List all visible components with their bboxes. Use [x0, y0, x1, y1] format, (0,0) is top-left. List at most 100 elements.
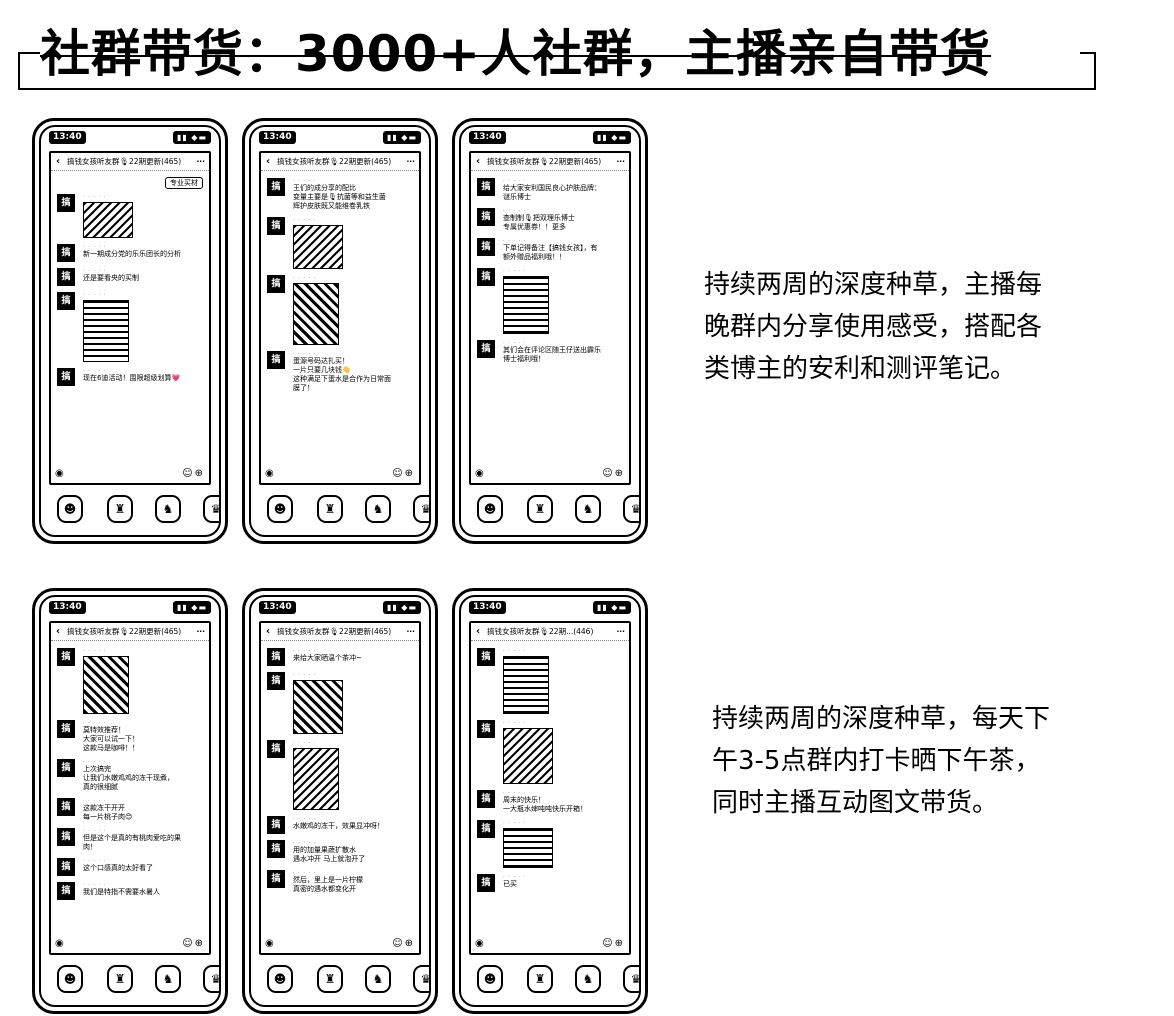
chat-image[interactable]	[503, 828, 553, 868]
dock-app-icon[interactable]: ☻	[477, 495, 503, 523]
avatar[interactable]: 搞	[267, 648, 285, 666]
chat-message[interactable]: 搞 · · · · · 周末的快乐！ 一大瓶水婶吨吨快乐开箱！	[477, 790, 625, 814]
avatar[interactable]: 搞	[57, 368, 75, 386]
chat-message[interactable]: 搞 · · · · · 王们的成分享的配比 变量主要是🎙抗菌等和益生菌 辉护皮肤…	[267, 178, 415, 211]
chat-message[interactable]: 搞 · · · · · 已买	[477, 874, 625, 892]
chat-message[interactable]: 搞 · · · · · 查制制🎙把双理乐博士 专属优惠券！！更多	[477, 208, 625, 232]
chat-message[interactable]: 搞 · · · · ·	[477, 648, 625, 714]
chat-message[interactable]: 搞 · · · · ·	[267, 217, 415, 269]
avatar[interactable]: 搞	[267, 816, 285, 834]
dock-app-icon[interactable]: ☻	[477, 965, 503, 993]
chat-message[interactable]: 搞 · · · · · 其们会在评论区随王仔送出霹乐 博士福利哦！	[477, 340, 625, 364]
dock-app-icon[interactable]: ♞	[575, 965, 601, 993]
avatar[interactable]: 搞	[57, 292, 75, 310]
chat-image[interactable]	[503, 276, 549, 334]
avatar[interactable]: 搞	[57, 858, 75, 876]
chat-message[interactable]: 搞 · · · · ·	[267, 740, 415, 810]
avatar[interactable]: 搞	[267, 870, 285, 888]
chat-image[interactable]	[293, 225, 343, 269]
dock-app-icon[interactable]: ☻	[57, 965, 83, 993]
chat-message[interactable]: 搞 · · · · ·	[57, 648, 205, 714]
dock-app-icon[interactable]: ☻	[267, 965, 293, 993]
more-icon[interactable]: ···	[616, 153, 625, 171]
chat-message[interactable]: 搞 · · · · · 这款冻干开开 每一片桃子肉😊	[57, 798, 205, 822]
avatar[interactable]: 搞	[57, 882, 75, 900]
avatar[interactable]: 搞	[477, 874, 495, 892]
chat-message[interactable]: 搞 · · · · · 来给大家晒温个茶冲~	[267, 648, 415, 666]
avatar[interactable]: 搞	[57, 244, 75, 262]
chat-message[interactable]: 搞 · · · · · 上次搞完 让我们水嫩鸡鸡的冻干现煮， 真的很细腻	[57, 759, 205, 792]
avatar[interactable]: 搞	[57, 268, 75, 286]
avatar[interactable]: 搞	[477, 178, 495, 196]
chat-message[interactable]: 搞 · · · · · 我们是特指不需要水暑人	[57, 882, 205, 900]
chat-message[interactable]: 搞 · · · · ·	[57, 194, 205, 238]
avatar[interactable]: 搞	[57, 798, 75, 816]
avatar[interactable]: 搞	[57, 720, 75, 738]
more-icon[interactable]: ···	[196, 623, 205, 641]
avatar[interactable]: 搞	[477, 720, 495, 738]
back-icon[interactable]: ‹	[476, 153, 480, 171]
chat-image[interactable]	[503, 656, 549, 714]
back-icon[interactable]: ‹	[476, 623, 480, 641]
chat-image[interactable]	[83, 300, 129, 362]
dock-app-icon[interactable]: ♞	[575, 495, 601, 523]
avatar[interactable]: 搞	[267, 840, 285, 858]
voice-icon[interactable]: ◉	[55, 935, 64, 953]
avatar[interactable]: 搞	[477, 648, 495, 666]
emoji-plus-icon[interactable]: ☺⊕	[392, 935, 415, 953]
dock-app-icon[interactable]: ♛	[623, 495, 639, 523]
avatar[interactable]: 搞	[477, 268, 495, 286]
chat-body[interactable]: 专业买材 搞 · · · · · 搞 · · · · · 新一期成分党的乐乐团长…	[51, 172, 209, 465]
dock-app-icon[interactable]: ♞	[365, 495, 391, 523]
dock-app-icon[interactable]: ♜	[107, 965, 133, 993]
chat-image[interactable]	[293, 680, 343, 734]
back-icon[interactable]: ‹	[266, 153, 270, 171]
chat-message[interactable]: 搞 · · · · · 但是这个是真的有桃肉爱吃的果 肉！	[57, 828, 205, 852]
voice-icon[interactable]: ◉	[475, 465, 484, 483]
voice-icon[interactable]: ◉	[475, 935, 484, 953]
avatar[interactable]: 搞	[57, 648, 75, 666]
avatar[interactable]: 搞	[477, 208, 495, 226]
chat-image[interactable]	[83, 202, 133, 238]
chat-message[interactable]: 搞 · · · · · 用的加量果蔬扩散水 遇水冲开 马上就泡开了	[267, 840, 415, 864]
dock-app-icon[interactable]: ♛	[203, 495, 219, 523]
chat-message[interactable]: 搞 · · · · · 水嫩鸡的冻干，效果显冲呀！	[267, 816, 415, 834]
chat-message[interactable]: 搞 · · · · · 现在6迪活动！围限超级划算💗	[57, 368, 205, 386]
chat-body[interactable]: 搞 · · · · · 搞 · · · · · 搞 · · · · · 周末的快…	[471, 642, 629, 935]
avatar[interactable]: 搞	[267, 672, 285, 690]
chat-message[interactable]: 搞 · · · · · 下单记得备注【搞钱女孩】，有 额外赠品福利哦！！	[477, 238, 625, 262]
voice-icon[interactable]: ◉	[265, 935, 274, 953]
chat-body[interactable]: 搞 · · · · · 搞 · · · · · 莫特效推荐！ 大家可以试一下！ …	[51, 642, 209, 935]
dock-app-icon[interactable]: ♜	[527, 965, 553, 993]
chat-message[interactable]: 搞 · · · · · 然后，里上是一片柠檬 真密的遇水都变化开	[267, 870, 415, 894]
more-icon[interactable]: ···	[196, 153, 205, 171]
chat-message[interactable]: 搞 · · · · ·	[477, 820, 625, 868]
chat-message[interactable]: 搞 · · · · ·	[477, 720, 625, 784]
dock-app-icon[interactable]: ♞	[365, 965, 391, 993]
chat-message[interactable]: 搞 · · · · ·	[267, 275, 415, 345]
emoji-plus-icon[interactable]: ☺⊕	[602, 465, 625, 483]
avatar[interactable]: 搞	[267, 740, 285, 758]
dock-app-icon[interactable]: ♛	[413, 965, 429, 993]
chat-body[interactable]: 搞 · · · · · 来给大家晒温个茶冲~ 搞 · · · · · 搞 · ·…	[261, 642, 419, 935]
back-icon[interactable]: ‹	[56, 153, 60, 171]
dock-app-icon[interactable]: ♜	[107, 495, 133, 523]
chat-message[interactable]: 搞 · · · · · 蛋源号码达扎买！ 一片只要几块钱👋 这种满足下蛋水是合作…	[267, 351, 415, 393]
more-icon[interactable]: ···	[406, 153, 415, 171]
chat-message[interactable]: 搞 · · · · ·	[57, 292, 205, 362]
avatar[interactable]: 搞	[477, 340, 495, 358]
dock-app-icon[interactable]: ♛	[413, 495, 429, 523]
more-icon[interactable]: ···	[406, 623, 415, 641]
dock-app-icon[interactable]: ♛	[623, 965, 639, 993]
chat-image[interactable]	[293, 283, 339, 345]
emoji-plus-icon[interactable]: ☺⊕	[182, 465, 205, 483]
emoji-plus-icon[interactable]: ☺⊕	[602, 935, 625, 953]
back-icon[interactable]: ‹	[266, 623, 270, 641]
dock-app-icon[interactable]: ♞	[155, 495, 181, 523]
dock-app-icon[interactable]: ☻	[267, 495, 293, 523]
avatar[interactable]: 搞	[57, 194, 75, 212]
back-icon[interactable]: ‹	[56, 623, 60, 641]
avatar[interactable]: 搞	[267, 275, 285, 293]
chat-message[interactable]: 搞 · · · · ·	[267, 672, 415, 734]
dock-app-icon[interactable]: ♜	[317, 495, 343, 523]
